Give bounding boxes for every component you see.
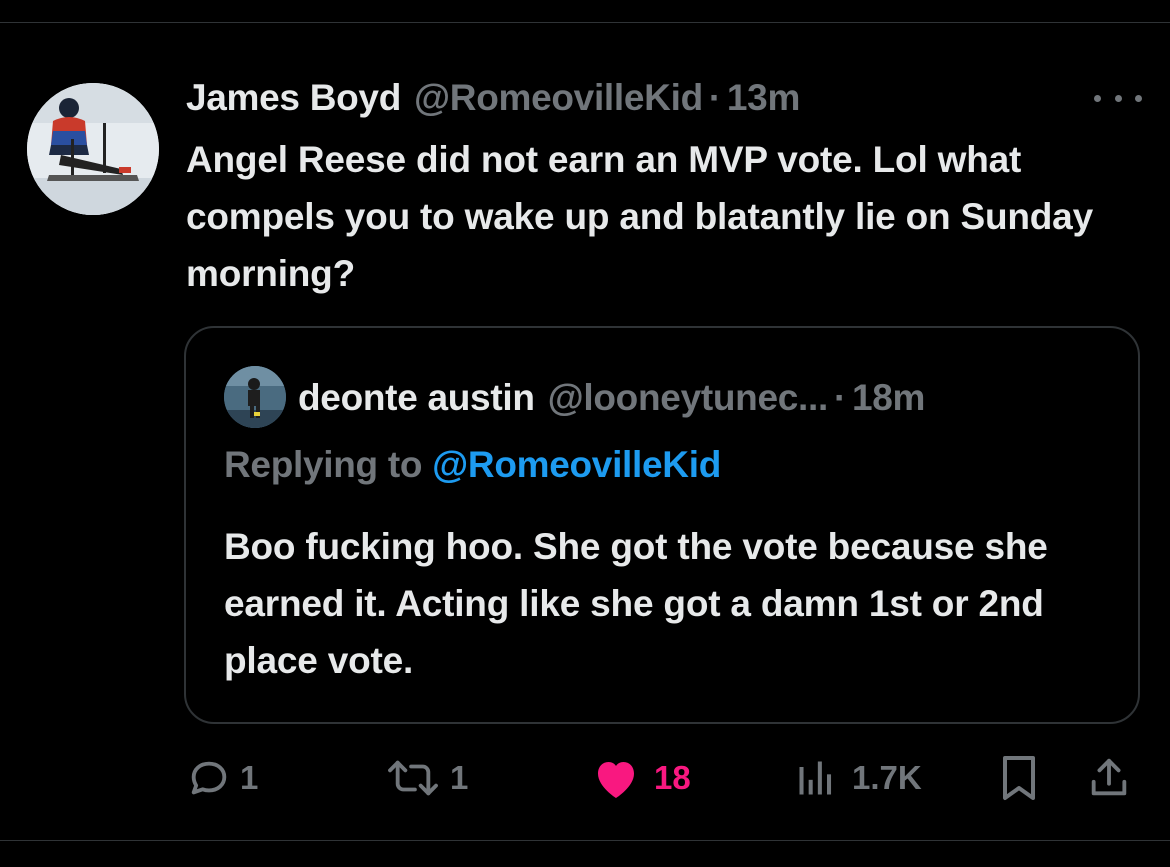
reply-count: 1 bbox=[240, 759, 259, 796]
reply-button[interactable]: 1 bbox=[186, 752, 258, 804]
share-button[interactable] bbox=[1086, 752, 1132, 804]
more-dot bbox=[1114, 94, 1122, 102]
separator-dot: · bbox=[708, 77, 721, 118]
tweet-text: Angel Reese did not earn an MVP vote. Lo… bbox=[186, 139, 1093, 294]
quoted-tweet-card[interactable]: deonte austin @looneytunec... · 18m Repl… bbox=[184, 326, 1140, 724]
quoted-timestamp[interactable]: 18m bbox=[852, 377, 925, 419]
more-dot bbox=[1135, 94, 1142, 102]
quoted-author-name[interactable]: deonte austin bbox=[298, 377, 535, 419]
bottom-divider bbox=[0, 840, 1170, 841]
replying-to-line: Replying to @RomeovilleKid bbox=[224, 444, 721, 486]
share-icon bbox=[1086, 755, 1132, 801]
like-count: 18 bbox=[654, 759, 691, 796]
bookmark-icon bbox=[998, 754, 1040, 802]
views-button[interactable]: 1.7K bbox=[794, 752, 922, 804]
tweet-header: James Boyd @RomeovilleKid · 13m bbox=[186, 72, 800, 124]
retweet-button[interactable]: 1 bbox=[384, 752, 468, 804]
views-bars-icon bbox=[794, 756, 838, 800]
views-count: 1.7K bbox=[852, 759, 922, 796]
author-name[interactable]: James Boyd bbox=[186, 77, 401, 119]
separator-dot: · bbox=[833, 377, 846, 418]
top-divider bbox=[0, 22, 1170, 23]
retweet-count: 1 bbox=[450, 759, 469, 796]
tweet-timestamp[interactable]: 13m bbox=[727, 77, 800, 119]
heart-icon bbox=[592, 756, 640, 800]
more-dots-icon[interactable] bbox=[1094, 88, 1142, 108]
quoted-author-avatar[interactable] bbox=[224, 366, 286, 428]
quoted-author-handle[interactable]: @looneytunec... bbox=[548, 377, 829, 419]
quoted-tweet-text: Boo fucking hoo. She got the vote becaus… bbox=[224, 526, 1048, 681]
like-button[interactable]: 18 bbox=[592, 752, 691, 804]
quoted-tweet-header: deonte austin @looneytunec... · 18m bbox=[298, 372, 925, 424]
author-avatar[interactable] bbox=[27, 83, 159, 215]
replying-to-label: Replying to bbox=[224, 444, 433, 485]
author-handle[interactable]: @RomeovilleKid bbox=[414, 77, 703, 119]
reply-bubble-icon bbox=[186, 755, 232, 801]
more-dot bbox=[1094, 94, 1101, 102]
retweet-icon bbox=[384, 755, 442, 801]
bookmark-button[interactable] bbox=[998, 752, 1040, 804]
replying-to-mention[interactable]: @RomeovilleKid bbox=[432, 444, 721, 485]
